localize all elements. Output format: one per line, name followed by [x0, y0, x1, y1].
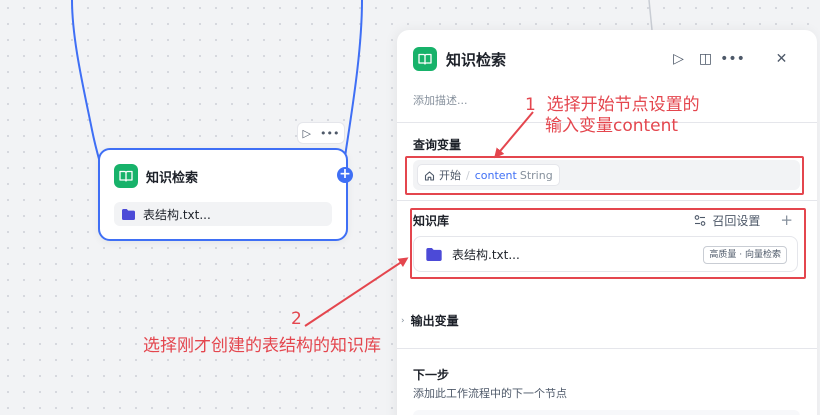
- annotation-arrows: [304, 111, 534, 327]
- annotation-note-2: 选择刚才创建的表结构的知识库: [143, 336, 381, 356]
- annotation-line-1: 选择开始节点设置的: [546, 95, 700, 115]
- annotation-number-2: 2: [291, 309, 302, 329]
- annotation-note-1: 1 选择开始节点设置的 输入变量content: [525, 95, 700, 138]
- annotation-line-2: 输入变量content: [545, 116, 679, 137]
- annotation-number-1: 1: [525, 95, 536, 115]
